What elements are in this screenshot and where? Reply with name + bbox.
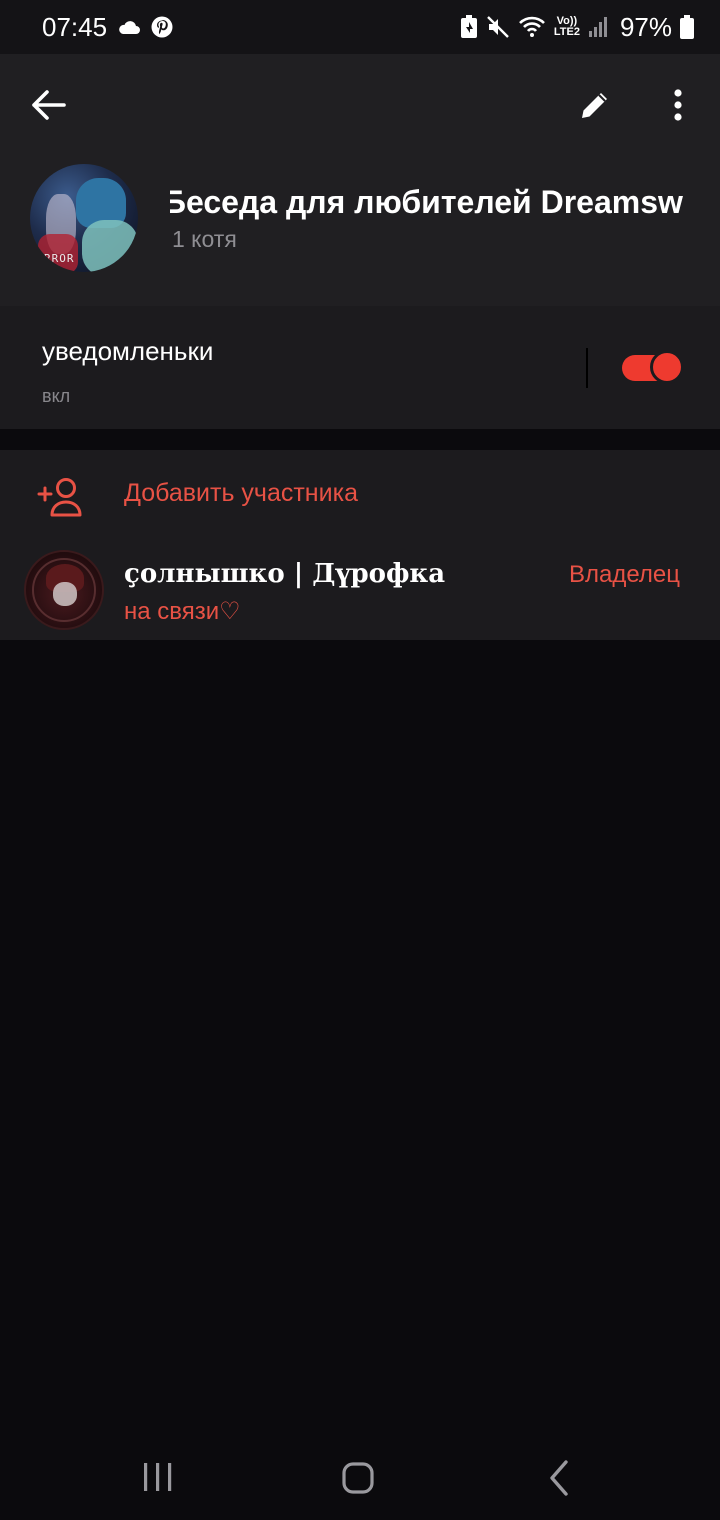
- network-label-icon: Vo)) LTE2: [554, 16, 580, 38]
- member-count: 1 котя: [172, 226, 237, 252]
- group-avatar[interactable]: RROR: [30, 164, 138, 272]
- member-list-item[interactable]: ҫолнышко | Дүрофка на связи♡ Владелец: [0, 540, 720, 640]
- toolbar: [0, 54, 720, 154]
- chat-info-screen: 07:45 Vo)) LTE2 97% RROR Беседа для люби…: [0, 0, 720, 1520]
- member-role-badge: Владелец: [568, 561, 680, 588]
- avatar-shape: [53, 582, 77, 606]
- status-time: 07:45: [42, 11, 108, 42]
- battery-percent: 97%: [619, 11, 672, 42]
- status-left: 07:45: [42, 12, 173, 43]
- back-nav-icon[interactable]: [542, 1458, 578, 1498]
- pinterest-icon: [151, 16, 173, 38]
- mute-icon: [486, 15, 510, 39]
- divider: [586, 348, 588, 388]
- notifications-label: уведомленьки: [42, 336, 214, 366]
- member-name: ҫолнышко | Дүрофка: [124, 559, 446, 589]
- edit-button[interactable]: [570, 80, 620, 130]
- group-title: Беседа для любителей Dreamsw: [170, 184, 683, 220]
- toggle-knob: [650, 350, 684, 384]
- system-nav-bar: [0, 1430, 720, 1520]
- notifications-state: вкл: [42, 386, 71, 406]
- member-avatar[interactable]: [24, 550, 104, 630]
- battery-saver-icon: [460, 15, 478, 39]
- cloud-icon: [117, 19, 141, 35]
- recent-apps-icon[interactable]: [138, 1460, 178, 1494]
- home-icon[interactable]: [338, 1458, 378, 1498]
- pencil-icon: [582, 93, 607, 118]
- status-right: Vo)) LTE2 97%: [460, 12, 694, 43]
- wifi-icon: [518, 16, 546, 38]
- network-label-bottom: LTE2: [553, 26, 580, 38]
- arrow-left-icon: [32, 90, 66, 120]
- members-section: Добавить участника ҫолнышко | Дүрофка на…: [0, 450, 720, 640]
- avatar-text: RROR: [44, 252, 75, 265]
- notifications-row[interactable]: уведомленьки вкл: [0, 306, 720, 429]
- back-button[interactable]: [24, 80, 74, 130]
- more-options-button[interactable]: [656, 80, 700, 130]
- notifications-toggle[interactable]: [622, 350, 684, 386]
- member-status: на связи♡: [124, 598, 241, 625]
- chat-header: RROR Беседа для любителей Dreamsw 1 котя: [0, 54, 720, 306]
- add-member-button[interactable]: Добавить участника: [0, 450, 720, 540]
- more-vertical-icon: [674, 89, 682, 121]
- add-user-icon: [37, 478, 82, 517]
- signal-icon: [588, 16, 608, 38]
- status-bar: 07:45 Vo)) LTE2 97%: [0, 0, 720, 54]
- battery-icon: [680, 15, 694, 39]
- avatar-shape: [82, 220, 138, 272]
- add-member-label: Добавить участника: [124, 479, 358, 507]
